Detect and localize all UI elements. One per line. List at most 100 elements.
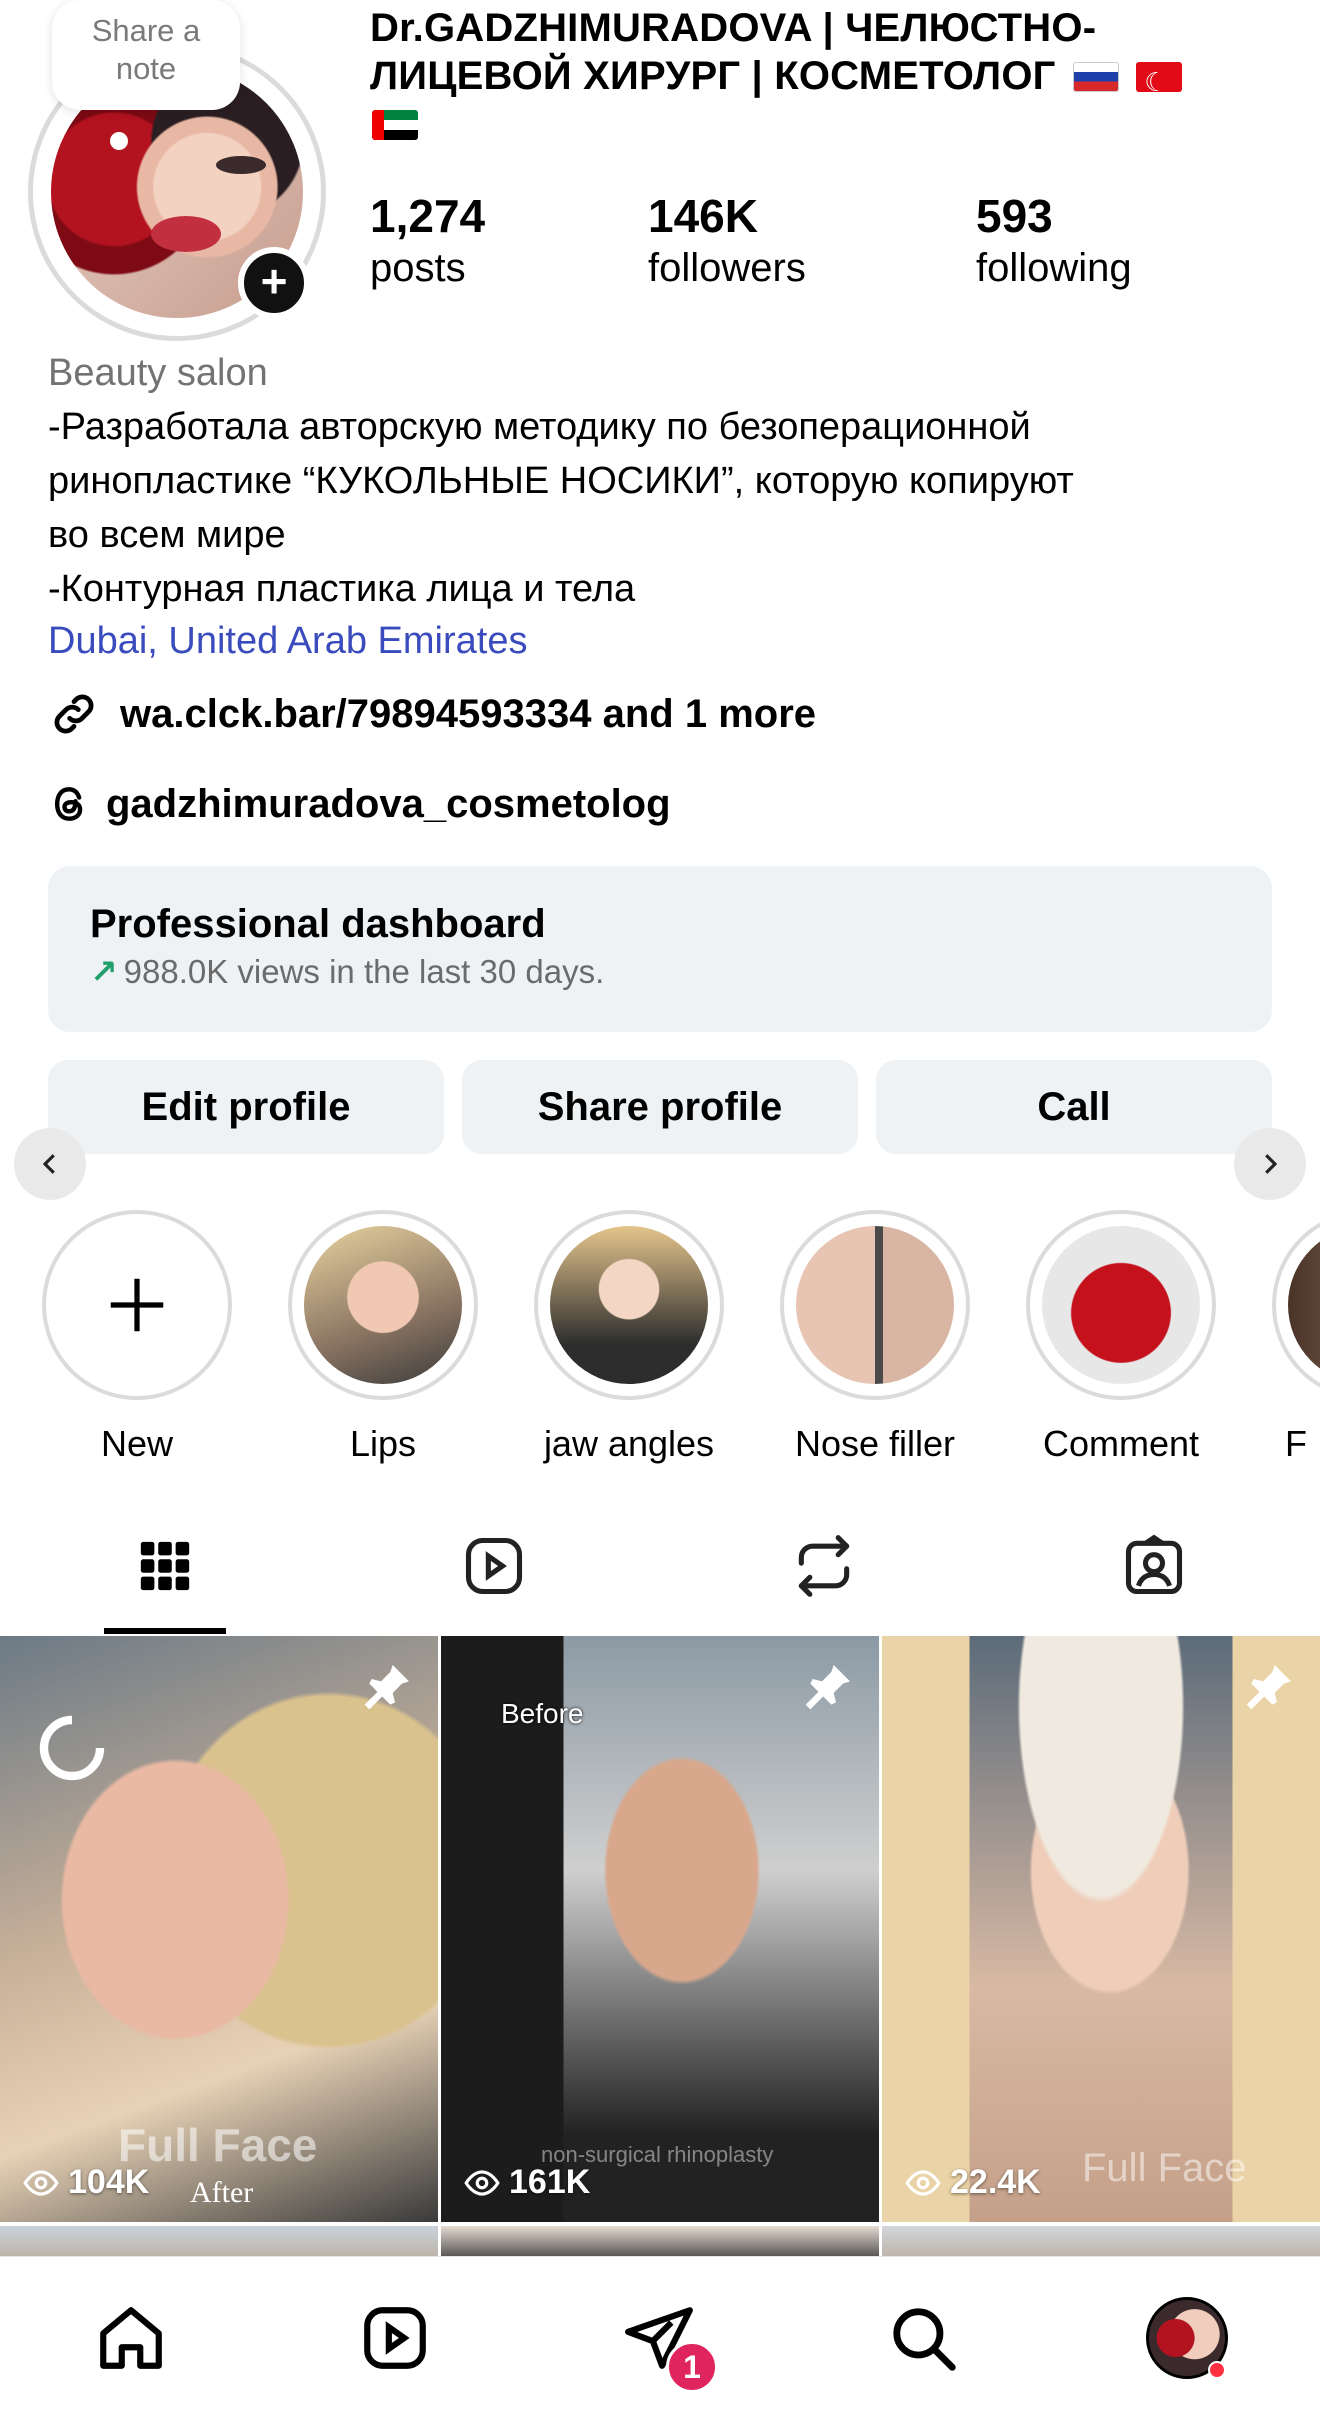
stat-followers-value: 146K: [648, 190, 758, 242]
avatar-eye-detail: [216, 156, 266, 174]
profile-bio: -Разработала авторскую методику по безоп…: [48, 400, 1288, 616]
share-profile-button[interactable]: Share profile: [462, 1060, 858, 1154]
stat-posts-label: posts: [370, 246, 466, 290]
highlight-label: jaw angles: [543, 1423, 715, 1464]
threads-icon: [48, 782, 92, 826]
eye-icon: [464, 2169, 500, 2196]
scroll-left-button[interactable]: [14, 1128, 86, 1200]
bio-line: -Контурная пластика лица и тела: [48, 568, 636, 610]
professional-dashboard[interactable]: Professional dashboard ↗ 988.0K views in …: [48, 866, 1272, 1032]
bio-line: ринопластике “КУКОЛЬНЫЕ НОСИКИ”, которую…: [48, 460, 1074, 502]
eye-icon: [23, 2169, 59, 2196]
trend-up-icon: ↗: [90, 953, 118, 990]
profile-category: Beauty salon: [48, 352, 268, 394]
profile-activity-dot: [1208, 2361, 1226, 2379]
dashboard-views-text: 988.0K views in the last 30 days.: [123, 953, 605, 990]
threads-profile-link[interactable]: gadzhimuradova_cosmetolog: [48, 776, 671, 832]
plus-icon: [110, 1278, 164, 1332]
avatar-lips-detail: [151, 216, 221, 252]
bio-line: во всем мире: [48, 514, 286, 556]
post-view-count: 22.4K: [950, 2163, 1041, 2201]
grid-icon: [140, 1541, 190, 1591]
call-button[interactable]: Call: [876, 1060, 1272, 1154]
uae-flag-icon: [372, 110, 418, 140]
highlight-cover-image: [1288, 1226, 1320, 1384]
highlight-nose-filler[interactable]: Nose filler: [780, 1210, 970, 1466]
reels-icon: [364, 2307, 426, 2369]
highlight-cover-image: [304, 1226, 462, 1384]
highlight-ring: [534, 1210, 724, 1400]
bio-line: -Разработала авторскую методику по безоп…: [48, 406, 1031, 448]
post-thumbnail[interactable]: Full Face 22.4K: [882, 1636, 1320, 2222]
highlight-label: New: [100, 1423, 174, 1464]
profile-link[interactable]: wa.clck.bar/79894593334 and 1 more: [48, 686, 816, 742]
stat-posts[interactable]: 1,274 posts: [370, 188, 485, 292]
stat-posts-value: 1,274: [370, 190, 486, 242]
post-view-count: 104K: [68, 2163, 150, 2201]
home-icon: [100, 2307, 162, 2369]
profile-tabs: [0, 1500, 1320, 1636]
bottom-navigation: 1: [0, 2256, 1320, 2426]
search-icon: [893, 2308, 956, 2371]
highlight-cover-image: [796, 1226, 954, 1384]
turkey-flag-icon: [1136, 62, 1183, 92]
highlight-label: Lips: [349, 1423, 417, 1464]
highlight-partial[interactable]: F: [1272, 1210, 1320, 1466]
post-thumbnail[interactable]: Full Face After 104K: [0, 1636, 438, 2222]
highlight-ring: [288, 1210, 478, 1400]
reposts-icon: [798, 1535, 850, 1597]
highlight-ring: [1272, 1210, 1320, 1400]
post-thumbnail[interactable]: Before non-surgical rhinoplasty 161K: [441, 1636, 879, 2222]
post-view-count: 161K: [509, 2163, 591, 2201]
stat-following[interactable]: 593 following: [976, 188, 1132, 292]
share-note-bubble[interactable]: Share a note: [52, 0, 240, 110]
post-views: 161K: [463, 2163, 590, 2202]
stat-followers[interactable]: 146K followers: [648, 188, 806, 292]
dashboard-subtitle: ↗ 988.0K views in the last 30 days.: [90, 950, 1230, 994]
chevron-left-icon: [42, 1154, 55, 1174]
highlight-cover-image: [550, 1226, 708, 1384]
nav-search[interactable]: [878, 2293, 968, 2383]
profile-name-line2: ЛИЦЕВОЙ ХИРУРГ | КОСМЕТОЛОГ: [370, 54, 1056, 98]
nav-home[interactable]: [86, 2293, 176, 2383]
messages-notification-badge: 1: [666, 2341, 718, 2393]
post-views: 104K: [22, 2163, 149, 2202]
add-story-button[interactable]: +: [238, 247, 310, 319]
pin-icon: [364, 1665, 409, 1710]
pin-icon: [1246, 1665, 1291, 1710]
profile-location-link[interactable]: Dubai, United Arab Emirates: [48, 616, 527, 666]
tab-reposts[interactable]: [764, 1500, 884, 1632]
chevron-right-icon: [1265, 1154, 1278, 1174]
profile-link-text: wa.clck.bar/79894593334 and 1 more: [120, 691, 817, 736]
highlight-jaw-angles[interactable]: jaw angles: [534, 1210, 724, 1466]
reels-icon: [465, 1537, 523, 1595]
link-icon: [48, 688, 100, 740]
threads-username: gadzhimuradova_cosmetolog: [106, 781, 671, 826]
highlight-comment[interactable]: Comment: [1026, 1210, 1216, 1466]
tab-tagged[interactable]: [1094, 1500, 1214, 1632]
post-overlay-text: Full Face: [1082, 2146, 1247, 2190]
highlight-ring: [1026, 1210, 1216, 1400]
nav-messages[interactable]: 1: [614, 2293, 718, 2393]
highlight-new[interactable]: New: [42, 1210, 232, 1466]
highlight-label: Nose filler: [794, 1423, 956, 1464]
eye-icon: [905, 2169, 941, 2196]
active-tab-indicator: [104, 1628, 226, 1634]
stat-following-value: 593: [976, 190, 1053, 242]
scroll-right-button[interactable]: [1234, 1128, 1306, 1200]
edit-profile-button[interactable]: Edit profile: [48, 1060, 444, 1154]
highlight-cover-image: [1042, 1226, 1200, 1384]
nav-profile[interactable]: [1142, 2293, 1232, 2383]
highlight-lips[interactable]: Lips: [288, 1210, 478, 1466]
tab-reels[interactable]: [434, 1500, 554, 1632]
nav-reels[interactable]: [350, 2293, 440, 2383]
profile-name: Dr.GADZHIMURADOVA | ЧЕЛЮСТНО- ЛИЦЕВОЙ ХИ…: [370, 4, 1270, 148]
profile-stats: 1,274 posts 146K followers 593 following: [370, 188, 1270, 298]
note-bubble-tail: [110, 132, 128, 150]
tab-posts-grid[interactable]: [105, 1500, 225, 1632]
highlight-label: Comment: [1042, 1423, 1200, 1464]
highlight-ring: [780, 1210, 970, 1400]
highlight-new-ring: [42, 1210, 232, 1400]
pin-icon: [805, 1665, 850, 1710]
russia-flag-icon: [1072, 62, 1119, 92]
